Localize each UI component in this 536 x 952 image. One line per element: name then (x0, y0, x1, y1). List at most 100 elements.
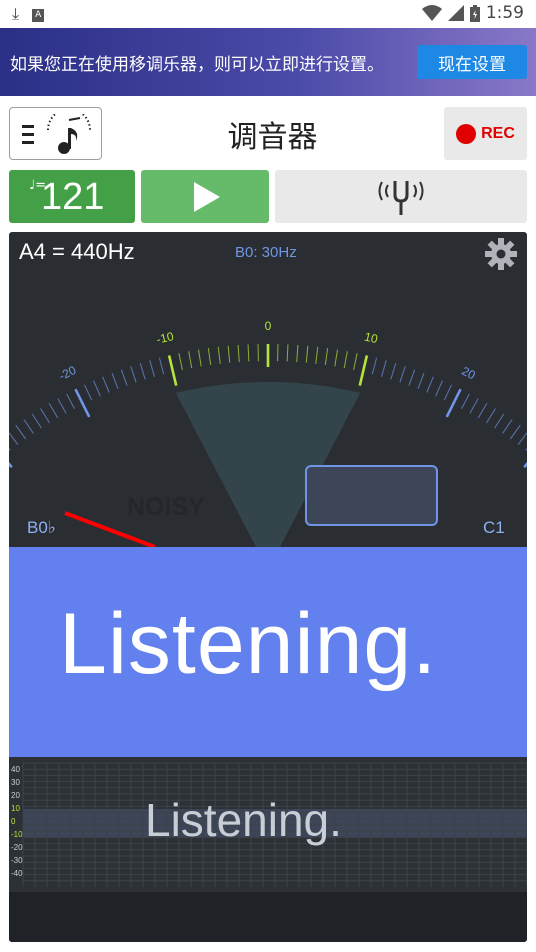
reference-pitch[interactable]: A4 = 440Hz (19, 239, 135, 265)
scale-major-tick (358, 355, 369, 386)
scale-label: 0 (265, 319, 272, 333)
signal-icon (447, 5, 464, 21)
scale-major-tick (9, 461, 13, 469)
scale-label: -10 (155, 329, 175, 347)
scale-major-tick (445, 388, 462, 418)
graph-tick-label: 30 (11, 778, 20, 787)
scale-minor-tick (84, 384, 93, 401)
graph-listening-status: Listening. (145, 794, 342, 846)
scale-minor-tick (502, 419, 513, 434)
scale-minor-tick (93, 380, 101, 397)
graph-tick-label: -40 (11, 869, 23, 878)
gear-icon[interactable] (484, 237, 518, 271)
scale-minor-tick (435, 380, 443, 397)
graph-tick-label: 10 (11, 804, 20, 813)
scale-minor-tick (217, 346, 221, 364)
setup-now-button[interactable]: 现在设置 (417, 45, 527, 79)
scale-label: 20 (459, 364, 477, 383)
tuner-panel: -50-40-30-20-1001020304050 A4 = 440Hz B0… (9, 232, 527, 942)
graph-tick-label: -30 (11, 856, 23, 865)
scale-minor-tick (334, 349, 339, 367)
scale-minor-tick (525, 448, 527, 451)
scale-minor-tick (247, 344, 250, 362)
bottom-strip (9, 892, 527, 942)
scale-minor-tick (461, 393, 470, 409)
noise-indicator: NOISY (127, 493, 205, 521)
scale-label: 10 (363, 330, 380, 347)
scale-minor-tick (120, 369, 128, 386)
scale-minor-tick (324, 348, 329, 366)
scale-minor-tick (426, 376, 434, 393)
tuning-fork-button[interactable] (275, 170, 527, 223)
banner-message: 如果您正在使用移调乐器，则可以立即进行设置。 (10, 55, 384, 75)
scale-minor-tick (31, 413, 42, 429)
scale-minor-tick (305, 345, 309, 363)
status-bar: ⤓ A 1:59 (0, 0, 536, 28)
scale-minor-tick (149, 360, 155, 377)
graph-tick-label: 20 (11, 791, 20, 800)
scale-minor-tick (48, 403, 59, 419)
listening-status: Listening. (59, 596, 438, 692)
scale-minor-tick (9, 431, 19, 445)
tuner-meter: -50-40-30-20-1001020304050 (9, 319, 527, 547)
scale-minor-tick (130, 366, 137, 383)
detected-note-box (305, 465, 438, 526)
tempo-value: 121 (41, 176, 105, 218)
tempo-button[interactable]: ♩= 121 (9, 170, 135, 223)
scale-minor-tick (443, 384, 452, 401)
scale-minor-tick (111, 372, 119, 390)
play-button[interactable] (141, 170, 269, 223)
graph-tick-label: -20 (11, 843, 23, 852)
scale-minor-tick (15, 424, 27, 440)
scale-minor-tick (237, 344, 240, 363)
app-title: 调音器 (227, 120, 318, 155)
listening-panel: Listening. (9, 547, 527, 757)
play-icon (194, 182, 220, 212)
scale-minor-tick (494, 413, 505, 429)
scale-minor-tick (390, 363, 397, 380)
scale-minor-tick (57, 398, 67, 414)
graph-tick-label: 0 (11, 817, 16, 826)
scale-major-tick (167, 355, 178, 386)
graph-tick-label: 40 (11, 765, 20, 774)
scale-minor-tick (66, 393, 75, 409)
scale-minor-tick (371, 357, 378, 375)
rec-button[interactable]: REC (444, 107, 527, 160)
menu-button[interactable] (9, 107, 102, 160)
scale-minor-tick (23, 419, 34, 434)
scale-minor-tick (343, 351, 348, 369)
scale-minor-tick (477, 403, 488, 419)
scale-minor-tick (296, 344, 299, 363)
scale-minor-tick (102, 376, 110, 393)
scale-minor-tick (486, 408, 496, 424)
pitch-history-graph: 40 30 20 10 0 -10 -20 -30 -40 Listening. (9, 757, 527, 892)
scale-minor-tick (399, 366, 406, 383)
scale-minor-tick (315, 346, 319, 364)
scale-minor-tick (9, 448, 11, 451)
scale-label: -20 (57, 363, 79, 383)
scale-minor-tick (188, 351, 193, 369)
download-icon: ⤓ (12, 4, 20, 23)
high-note-label: C1 (483, 518, 505, 537)
scale-minor-tick (197, 349, 202, 367)
tuning-fork-icon (378, 181, 424, 215)
metronome-note-icon (47, 114, 91, 154)
scale-minor-tick (381, 360, 387, 377)
record-dot-icon (456, 123, 477, 144)
scale-minor-tick (227, 345, 231, 363)
graph-tick-label: -10 (11, 830, 23, 839)
scale-minor-tick (517, 431, 527, 445)
status-time: 1:59 (485, 3, 524, 23)
menu-icon (22, 125, 34, 144)
scale-minor-tick (139, 363, 146, 380)
scale-minor-tick (509, 424, 521, 440)
scale-minor-tick (417, 372, 425, 390)
scale-minor-tick (158, 357, 165, 375)
wifi-icon (421, 5, 442, 21)
frequency-range: B0: 30Hz (235, 244, 297, 261)
scale-minor-tick (353, 353, 358, 371)
scale-minor-tick (469, 398, 479, 414)
text-icon: A (32, 9, 45, 22)
battery-icon (469, 4, 480, 22)
low-note-label: B0♭ (27, 518, 56, 537)
